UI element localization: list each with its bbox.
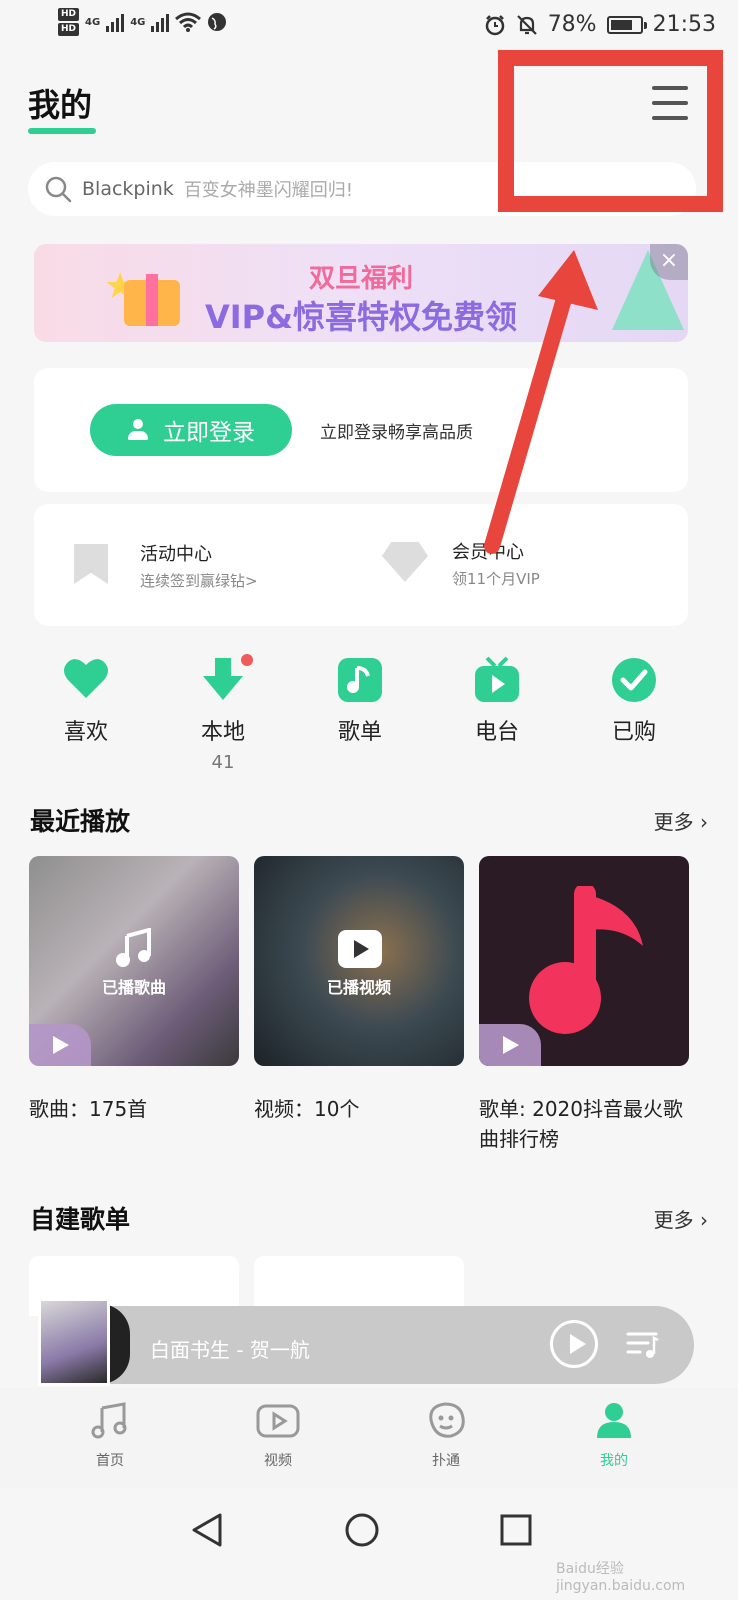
radio-tv-icon (473, 656, 521, 704)
music-note-icon (116, 928, 151, 967)
more-label: 更多 (653, 810, 694, 834)
recent-playlist-card[interactable]: 歌单: 2020抖音最火歌曲排行榜 (479, 856, 689, 1154)
playlists-more-link[interactable]: 更多 › (654, 1204, 708, 1233)
nav-label: 我的 (600, 1453, 628, 1469)
recent-videos-caption: 视频：10个 (254, 1097, 360, 1121)
shortcut-purchased[interactable]: 已购 (579, 656, 689, 746)
mute-bell-icon (516, 14, 537, 35)
check-circle-icon (610, 656, 658, 704)
notification-dot (241, 654, 253, 666)
recent-playlist-caption: 歌单: 2020抖音最火歌曲排行榜 (479, 1097, 683, 1151)
diamond-icon (382, 542, 428, 582)
login-button[interactable]: 立即登录 (90, 404, 292, 456)
nav-label: 首页 (96, 1453, 124, 1469)
now-playing-title: 白面书生 - 贺一航 (150, 1338, 310, 1362)
shortcut-label: 已购 (611, 720, 656, 745)
recent-videos-overlay: 已播视频 (326, 978, 391, 997)
login-button-label: 立即登录 (163, 420, 255, 446)
alarm-icon (485, 14, 504, 35)
chevron-right-icon: › (693, 810, 708, 834)
clock: 21:53 (652, 12, 716, 37)
music-note-icon (336, 656, 384, 704)
play-button[interactable] (550, 1320, 598, 1368)
recent-songs-card[interactable]: 已播歌曲 歌曲：175首 (29, 856, 239, 1124)
nav-video[interactable]: 视频 (238, 1400, 318, 1470)
recent-videos-card[interactable]: 已播视频 视频：10个 (254, 856, 464, 1124)
watermark: Baidu经验 jingyan.baidu.com (556, 1561, 686, 1594)
video-icon (256, 1404, 300, 1438)
nav-mine[interactable]: 我的 (574, 1400, 654, 1470)
recent-more-link[interactable]: 更多 › (654, 806, 708, 835)
status-right: 78% 21:53 (484, 12, 716, 37)
playlists-section-title: 自建歌单 (30, 1205, 131, 1234)
person-icon (127, 419, 149, 441)
title-underline (28, 128, 96, 134)
play-icon[interactable] (29, 1024, 91, 1066)
network-type: 4G (130, 16, 146, 28)
playlist-queue-icon[interactable] (626, 1330, 660, 1360)
activity-center-item[interactable]: 活动中心 连续签到赢绿钻> (34, 504, 354, 626)
bookmark-icon (74, 544, 108, 584)
recents-icon[interactable] (498, 1512, 534, 1548)
recent-playlist-thumbnail (479, 856, 689, 1066)
recent-videos-thumbnail: 已播视频 (254, 856, 464, 1066)
play-icon[interactable] (479, 1024, 541, 1066)
home-icon[interactable] (344, 1512, 380, 1548)
signal-icon (106, 12, 125, 32)
back-icon[interactable] (190, 1512, 226, 1548)
shortcut-label: 本地 (200, 720, 245, 745)
music-note-icon (91, 1402, 127, 1439)
more-label: 更多 (653, 1208, 694, 1232)
network-type: 4G (85, 16, 101, 28)
recent-songs-overlay: 已播歌曲 (101, 978, 166, 997)
heart-icon (62, 656, 110, 704)
search-subtext: 百变女神墨闪耀回归! (183, 180, 354, 201)
battery-icon (606, 15, 647, 34)
shortcut-favorites[interactable]: 喜欢 (31, 656, 141, 746)
banner-close-button[interactable]: × (650, 244, 688, 280)
annotation-arrow (484, 250, 598, 554)
system-nav-bar: Baidu经验 jingyan.baidu.com (0, 1492, 738, 1600)
signal-icon (151, 12, 170, 32)
globe-icon (208, 13, 227, 31)
search-icon (45, 176, 72, 203)
video-play-icon (338, 930, 382, 968)
nav-label: 扑通 (432, 1453, 460, 1469)
network-indicators: HD HD 4G 4G (58, 8, 227, 36)
status-bar: HD HD 4G 4G 78% 21:53 (0, 0, 738, 56)
highlight-box (498, 50, 723, 212)
wifi-icon (175, 12, 202, 32)
login-tip: 立即登录畅享高品质 (320, 423, 473, 443)
recent-section-title: 最近播放 (30, 807, 131, 836)
page-title: 我的 (28, 86, 93, 124)
download-icon (199, 654, 253, 704)
local-count: 41 (211, 752, 235, 773)
search-hot-keyword: Blackpink (82, 178, 174, 200)
hd-badge: HD (58, 23, 80, 36)
activity-center-title: 活动中心 (140, 544, 212, 565)
shortcut-radio[interactable]: 电台 (442, 656, 552, 746)
nav-home[interactable]: 首页 (70, 1400, 150, 1470)
smiley-icon (429, 1402, 465, 1438)
music-note-icon (529, 886, 643, 1034)
shortcut-label: 喜欢 (63, 720, 108, 745)
shortcut-label: 歌单 (337, 720, 382, 745)
battery-percent: 78% (547, 12, 597, 37)
shortcut-label: 电台 (474, 720, 519, 745)
shortcut-local[interactable]: 本地 41 (168, 654, 278, 773)
recent-songs-caption: 歌曲：175首 (29, 1097, 148, 1121)
activity-center-subtitle: 连续签到赢绿钻> (140, 572, 258, 590)
shortcut-playlists[interactable]: 歌单 (305, 656, 415, 746)
nav-label: 视频 (264, 1453, 292, 1469)
album-cover[interactable] (38, 1298, 110, 1386)
vip-center-subtitle: 领11个月VIP (452, 570, 540, 588)
recent-songs-thumbnail: 已播歌曲 (29, 856, 239, 1066)
chevron-right-icon: › (693, 1208, 708, 1232)
nav-putong[interactable]: 扑通 (406, 1400, 486, 1470)
person-icon (597, 1403, 631, 1438)
hd-badge: HD (58, 8, 80, 21)
